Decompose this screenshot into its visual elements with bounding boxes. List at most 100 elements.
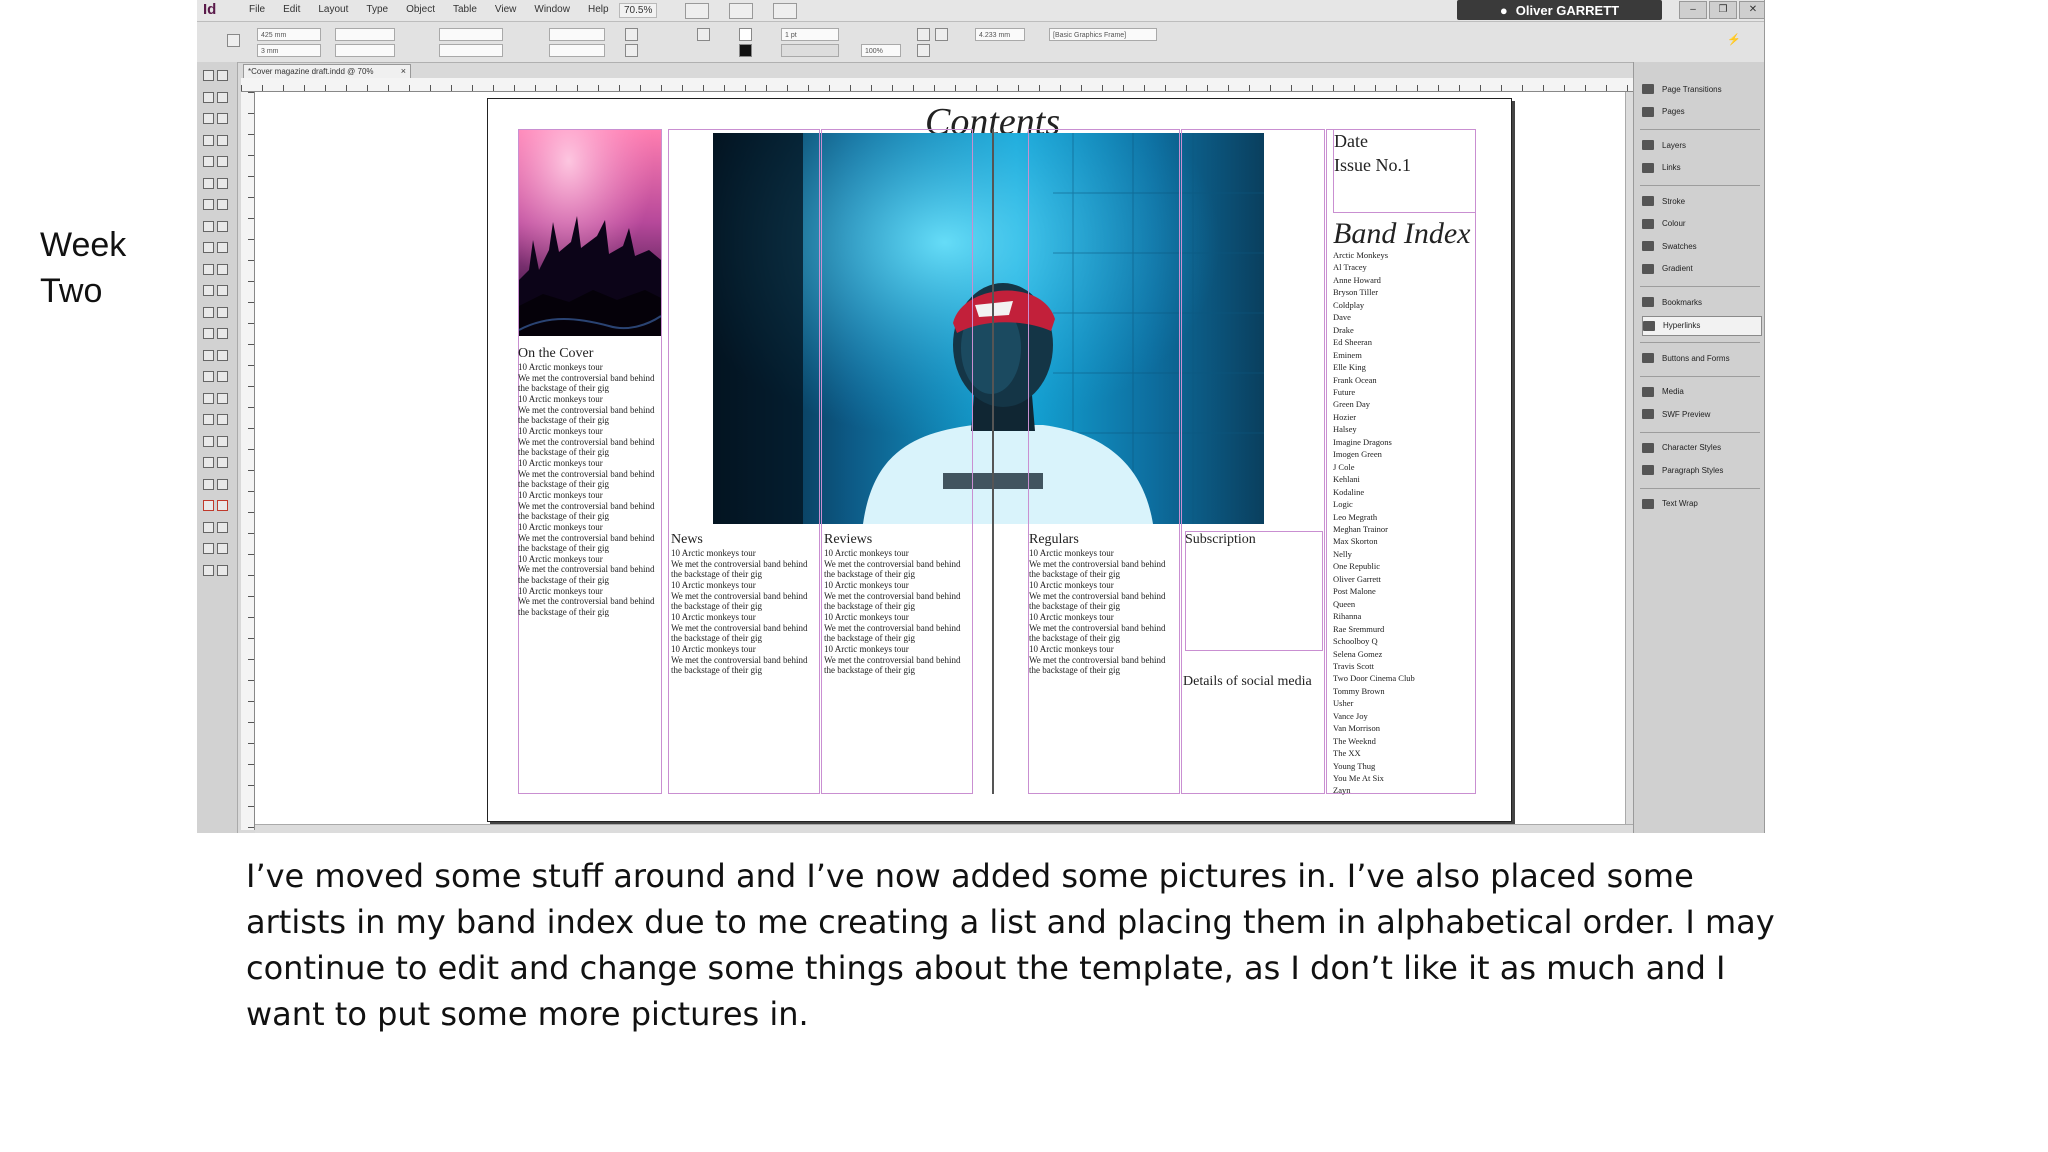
menu-view[interactable]: View: [495, 4, 517, 15]
scissors-alt-tool-icon[interactable]: [217, 328, 228, 339]
type-alt-tool-icon[interactable]: [217, 177, 228, 189]
pencil-alt-tool-icon[interactable]: [217, 263, 228, 275]
zoom-level-dropdown[interactable]: 70.5%: [619, 3, 658, 18]
hand-alt-tool-icon[interactable]: [217, 457, 228, 468]
align-icon[interactable]: [935, 28, 948, 41]
menu-edit[interactable]: Edit: [283, 4, 300, 15]
hand-tool-icon[interactable]: [203, 457, 214, 468]
rectangle-alt-tool-icon[interactable]: [217, 306, 228, 318]
gradient-swatch-tool-icon[interactable]: [203, 371, 214, 382]
swap-fill-stroke-tool-icon[interactable]: [203, 521, 214, 533]
tab-close-icon[interactable]: ×: [401, 65, 406, 78]
menu-file[interactable]: File: [249, 4, 265, 15]
apply-color-tool-icon[interactable]: [203, 543, 214, 554]
panel-stroke[interactable]: Stroke: [1642, 192, 1760, 210]
on-the-cover-heading[interactable]: On the Cover: [518, 346, 593, 361]
user-account-button[interactable]: ● Oliver GARRETT: [1457, 0, 1662, 20]
width-field[interactable]: [335, 28, 395, 41]
document-tab[interactable]: *Cover magazine draft.indd @ 70% ×: [243, 64, 411, 78]
y-position-field[interactable]: 3 mm: [257, 44, 321, 57]
zoom-tool-icon[interactable]: [203, 478, 214, 490]
minimize-button[interactable]: –: [1679, 1, 1707, 19]
page-alt-tool-icon[interactable]: [217, 113, 228, 124]
view-options-icon[interactable]: [729, 3, 753, 19]
reviews-heading[interactable]: Reviews: [824, 532, 872, 547]
panel-media[interactable]: Media: [1642, 383, 1760, 401]
panel-character-styles[interactable]: Character Styles: [1642, 439, 1760, 457]
pencil-tool-icon[interactable]: [203, 263, 214, 275]
lightning-icon[interactable]: ⚡: [1727, 34, 1741, 47]
free-transform-alt-tool-icon[interactable]: [217, 349, 228, 361]
select-container-icon[interactable]: [697, 28, 710, 41]
rectangle-tool-icon[interactable]: [203, 306, 214, 318]
pen-tool-icon[interactable]: [203, 242, 214, 253]
subscription-heading[interactable]: Subscription: [1185, 532, 1256, 547]
stroke-weight-field[interactable]: 1 pt: [781, 28, 839, 41]
menu-type[interactable]: Type: [366, 4, 388, 15]
note-tool-icon[interactable]: [203, 414, 214, 425]
opacity-field[interactable]: 100%: [861, 44, 901, 57]
panel-hyperlinks[interactable]: Hyperlinks: [1642, 315, 1762, 336]
zoom-alt-tool-icon[interactable]: [217, 478, 228, 490]
date-text[interactable]: Date: [1334, 129, 1368, 153]
on-the-cover-text[interactable]: 10 Arctic monkeys tour We met the contro…: [518, 362, 660, 618]
x-position-field[interactable]: 425 mm: [257, 28, 321, 41]
regulars-heading[interactable]: Regulars: [1029, 532, 1079, 547]
fitting-icon[interactable]: [917, 28, 930, 41]
band-index-list[interactable]: Arctic Monkeys Al Tracey Anne Howard Bryson…: [1333, 249, 1448, 797]
content-collector-alt-tool-icon[interactable]: [217, 156, 228, 167]
issue-text[interactable]: Issue No.1: [1334, 153, 1411, 177]
panel-page-transitions[interactable]: Page Transitions: [1642, 80, 1760, 98]
rectangle-frame-alt-tool-icon[interactable]: [217, 285, 228, 296]
horizontal-scrollbar[interactable]: [255, 824, 1633, 833]
arrange-documents-icon[interactable]: [773, 3, 797, 19]
direct-selection-tool-icon[interactable]: [203, 91, 214, 103]
menu-help[interactable]: Help: [588, 4, 609, 15]
screen-mode-icon[interactable]: [685, 3, 709, 19]
type-on-path-alt-tool-icon[interactable]: [217, 199, 228, 210]
panel-swatches[interactable]: Swatches: [1642, 237, 1760, 255]
pen-alt-tool-icon[interactable]: [217, 242, 228, 253]
direct-selection-alt-tool-icon[interactable]: [217, 91, 228, 103]
rectangle-frame-tool-icon[interactable]: [203, 285, 214, 296]
selection-alt-tool-icon[interactable]: [217, 70, 228, 81]
reviews-text[interactable]: 10 Arctic monkeys tour We met the contro…: [824, 548, 969, 676]
text-wrap-icon[interactable]: [917, 44, 930, 57]
selection-tool-icon[interactable]: [203, 70, 214, 81]
free-transform-tool-icon[interactable]: [203, 349, 214, 361]
flip-icon[interactable]: [625, 44, 638, 57]
apply-color-alt-tool-icon[interactable]: [217, 543, 228, 554]
eyedropper-tool-icon[interactable]: [203, 435, 214, 447]
gap-tool-icon[interactable]: [203, 134, 214, 146]
fill-stroke-tool-icon[interactable]: [203, 500, 214, 511]
type-tool-icon[interactable]: [203, 177, 214, 189]
note-alt-tool-icon[interactable]: [217, 414, 228, 425]
stroke-swatch-icon[interactable]: [739, 44, 752, 57]
news-heading[interactable]: News: [671, 532, 703, 547]
panel-paragraph-styles[interactable]: Paragraph Styles: [1642, 461, 1760, 479]
fill-stroke-alt-tool-icon[interactable]: [217, 500, 228, 511]
fill-swatch-icon[interactable]: [739, 28, 752, 41]
panel-links[interactable]: Links: [1642, 159, 1760, 177]
gap-alt-tool-icon[interactable]: [217, 134, 228, 146]
line-tool-icon[interactable]: [203, 220, 214, 232]
close-button[interactable]: ✕: [1739, 1, 1764, 19]
menu-object[interactable]: Object: [406, 4, 435, 15]
height-field[interactable]: [335, 44, 395, 57]
panel-buttons-and-forms[interactable]: Buttons and Forms: [1642, 349, 1760, 367]
panel-pages[interactable]: Pages: [1642, 103, 1760, 121]
gradient-feather-tool-icon[interactable]: [203, 392, 214, 404]
panel-text-wrap[interactable]: Text Wrap: [1642, 495, 1760, 513]
concert-photo[interactable]: [519, 130, 661, 336]
line-alt-tool-icon[interactable]: [217, 220, 228, 232]
swap-fill-stroke-alt-tool-icon[interactable]: [217, 521, 228, 533]
panel-layers[interactable]: Layers: [1642, 136, 1760, 154]
news-text[interactable]: 10 Arctic monkeys tour We met the contro…: [671, 548, 816, 676]
regulars-text[interactable]: 10 Arctic monkeys tour We met the contro…: [1029, 548, 1174, 676]
screen-mode-tool-icon[interactable]: [203, 564, 214, 576]
panel-swf-preview[interactable]: SWF Preview: [1642, 405, 1760, 423]
stroke-type-dropdown[interactable]: [781, 44, 839, 57]
object-style-dropdown[interactable]: [Basic Graphics Frame]: [1049, 28, 1157, 41]
scale-x-field[interactable]: [439, 28, 503, 41]
scissors-tool-icon[interactable]: [203, 328, 214, 339]
